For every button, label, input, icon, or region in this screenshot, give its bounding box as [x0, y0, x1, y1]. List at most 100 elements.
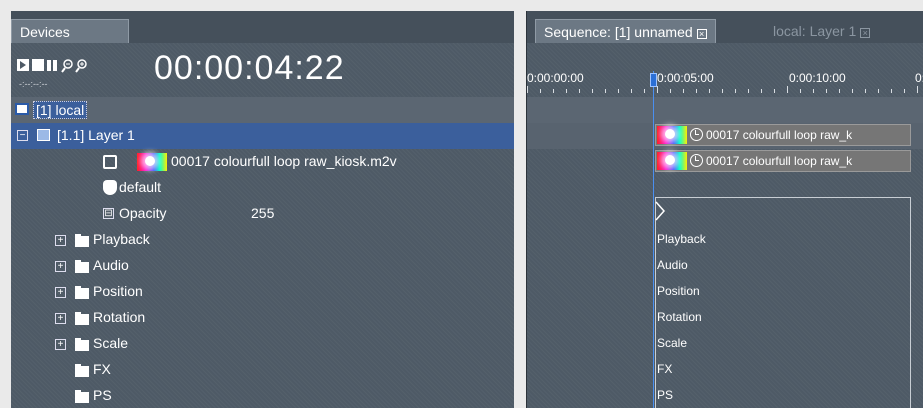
section-label: Audio: [657, 258, 688, 272]
expand-icon[interactable]: +: [55, 235, 66, 246]
tree-row-layer[interactable]: − [1.1] Layer 1: [11, 123, 514, 149]
parameter-track[interactable]: [655, 197, 911, 408]
tree-row-effect[interactable]: default: [11, 175, 514, 201]
devices-panel: Devices 00:00:04:22 -:--:--:-- [1] local…: [11, 11, 514, 408]
ruler-tick: [605, 89, 606, 93]
tree-row-device[interactable]: [1] local: [11, 97, 514, 123]
ruler-tick: [670, 89, 671, 93]
ruler-label: 0:00:00:00: [527, 71, 584, 85]
close-icon[interactable]: ×: [860, 28, 871, 38]
tree-row-fx[interactable]: FX: [11, 357, 514, 383]
tree-row-rotation[interactable]: + Rotation: [11, 305, 514, 331]
expand-icon[interactable]: +: [55, 261, 66, 272]
group-label: Rotation: [93, 309, 146, 325]
folder-icon: [75, 312, 89, 325]
layer-icon: [37, 129, 50, 141]
ruler-tick: [683, 89, 684, 93]
tree-row-opacity[interactable]: ⊟ Opacity 255: [11, 201, 514, 227]
collapse-icon[interactable]: −: [17, 130, 28, 141]
zoom-out-icon[interactable]: [61, 59, 73, 73]
section-label: Playback: [657, 232, 706, 246]
ruler-tick: [878, 89, 879, 93]
transport-controls: [17, 59, 87, 73]
keyframe-marker-icon[interactable]: [655, 201, 667, 221]
sequence-tabbar: Sequence: [1] unnamed × local: Layer 1 ×: [527, 11, 923, 43]
group-label: Audio: [93, 257, 129, 273]
tree-row-audio[interactable]: + Audio: [11, 253, 514, 279]
ruler-tick: [566, 89, 567, 93]
close-icon[interactable]: ×: [696, 29, 707, 39]
ruler-tick: [657, 86, 658, 93]
expand-icon[interactable]: +: [55, 287, 66, 298]
media-thumbnail-icon: [657, 152, 687, 170]
opacity-label: Opacity: [119, 205, 167, 221]
ruler-tick: [787, 86, 788, 93]
ruler-tick: [813, 89, 814, 93]
expand-icon[interactable]: +: [55, 339, 66, 350]
ruler-label: 0:00:10:00: [789, 71, 846, 85]
ruler-tick: [774, 89, 775, 93]
group-label: Playback: [93, 231, 150, 247]
folder-icon: [75, 234, 89, 247]
clip-label: 00017 colourfull loop raw_k: [706, 154, 853, 168]
tab-devices-label: Devices: [20, 24, 70, 40]
opacity-value[interactable]: 255: [251, 205, 274, 221]
folder-icon: [75, 338, 89, 351]
media-clip[interactable]: 00017 colourfull loop raw_k: [655, 124, 911, 146]
ruler-tick: [865, 89, 866, 93]
ruler-tick: [644, 89, 645, 93]
ruler-tick: [917, 86, 918, 93]
ruler-tick: [592, 89, 593, 93]
ruler-tick: [735, 89, 736, 93]
media-clip[interactable]: 00017 colourfull loop raw_k: [655, 150, 911, 172]
tree-row-media[interactable]: 00017 colourfull loop raw_kiosk.m2v: [11, 149, 514, 175]
ruler-tick: [540, 89, 541, 93]
devices-tabbar: Devices: [11, 11, 514, 43]
play-icon[interactable]: [17, 59, 29, 71]
expand-icon[interactable]: ⊟: [103, 208, 114, 219]
ruler-tick: [891, 89, 892, 93]
ruler-tick: [761, 89, 762, 93]
pause-icon[interactable]: [47, 60, 57, 71]
tab-local-layer[interactable]: local: Layer 1 ×: [765, 19, 878, 43]
layer-label: [1.1] Layer 1: [57, 127, 135, 143]
group-label: Position: [93, 283, 143, 299]
ruler-tick: [904, 89, 905, 93]
ruler-label: 0:00:05:00: [657, 71, 714, 85]
effect-label: default: [119, 179, 162, 195]
timeline-row-device: [527, 97, 923, 123]
stop-icon[interactable]: [32, 59, 44, 71]
folder-icon: [75, 286, 89, 299]
ruler-tick: [839, 89, 840, 93]
tab-devices[interactable]: Devices: [11, 19, 129, 43]
zoom-in-icon[interactable]: [75, 59, 87, 73]
ruler-tick: [618, 89, 619, 93]
ruler-tick: [579, 89, 580, 93]
playhead-handle[interactable]: [650, 73, 657, 87]
clip-label: 00017 colourfull loop raw_k: [706, 128, 853, 142]
section-label: Scale: [657, 336, 688, 350]
folder-icon: [75, 390, 89, 403]
playhead-line[interactable]: [653, 71, 654, 408]
section-label: Position: [657, 284, 700, 298]
ruler-tick: [826, 89, 827, 93]
ruler-tick: [852, 89, 853, 93]
ruler-label: 0:: [915, 71, 923, 85]
device-icon: [15, 103, 29, 115]
ruler-tick: [631, 89, 632, 93]
tree-row-scale[interactable]: + Scale: [11, 331, 514, 357]
tree-row-ps[interactable]: PS: [11, 383, 514, 408]
tree-row-position[interactable]: + Position: [11, 279, 514, 305]
expand-icon[interactable]: +: [55, 313, 66, 324]
device-label: [1] local: [33, 101, 88, 119]
tab-sequence[interactable]: Sequence: [1] unnamed ×: [535, 19, 716, 43]
media-thumbnail-icon: [137, 153, 167, 171]
section-label: PS: [657, 388, 674, 402]
clock-icon: [690, 154, 703, 167]
effect-icon: [103, 180, 117, 195]
tree-row-playback[interactable]: + Playback: [11, 227, 514, 253]
sequence-panel: Sequence: [1] unnamed × local: Layer 1 × 0…: [526, 11, 923, 408]
section-label: FX: [657, 362, 673, 376]
clock-icon: [690, 128, 703, 141]
group-label: FX: [93, 361, 111, 377]
